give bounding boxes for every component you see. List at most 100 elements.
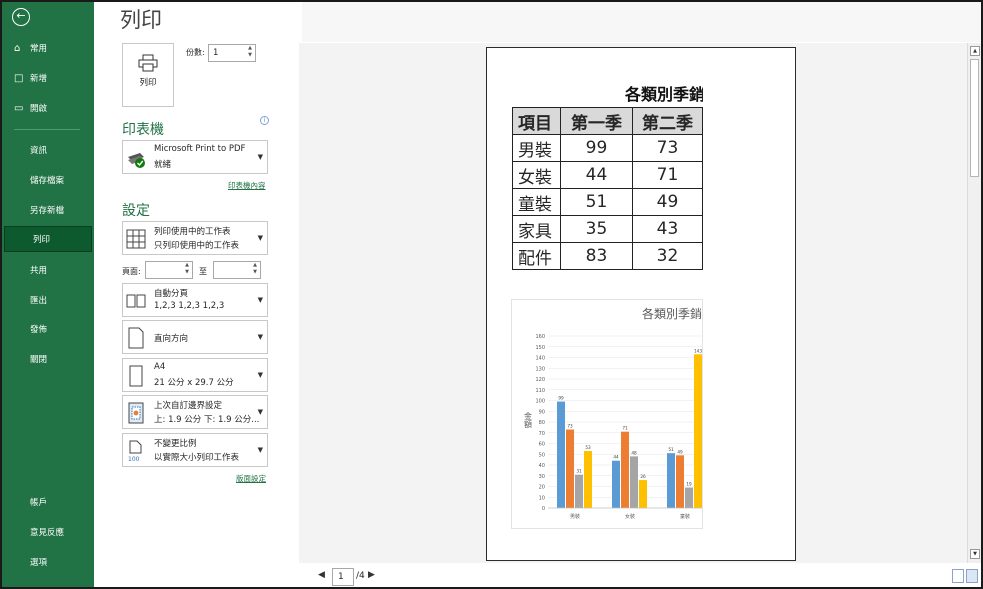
info-icon[interactable]: i <box>260 116 269 125</box>
table-row: 家具 35 43 <box>512 215 703 243</box>
table-row: 女裝 44 71 <box>512 161 703 189</box>
prev-page-icon[interactable]: ◀ <box>318 570 325 580</box>
sidebar-item-label: 儲存檔案 <box>30 176 65 186</box>
sidebar-item-label: 意見反應 <box>30 528 65 538</box>
margins-select[interactable]: 上次自訂邊界設定 上: 1.9 公分 下: 1.9 公分... ▼ <box>122 395 268 429</box>
collate-select[interactable]: 自動分頁 1,2,3 1,2,3 1,2,3 ▼ <box>122 283 268 317</box>
sidebar-item-publish[interactable]: 發佈 <box>2 317 94 343</box>
table-cell: 童裝 <box>512 188 561 216</box>
top-strip <box>302 2 981 42</box>
sidebar-item-new[interactable]: □ 新增 <box>2 66 94 92</box>
print-scope-desc: 只列印使用中的工作表 <box>154 241 240 251</box>
print-button[interactable]: 列印 <box>122 43 174 107</box>
portrait-page-icon <box>128 327 144 349</box>
data-label: 49 <box>677 449 683 454</box>
page-title: 列印 <box>120 8 162 32</box>
chart-bar <box>575 474 583 508</box>
page-setup-link[interactable]: 版面設定 <box>236 473 266 484</box>
page-to-input[interactable]: ▲ ▼ <box>213 261 261 279</box>
printer-status: 就緒 <box>154 160 172 170</box>
data-label: 73 <box>567 424 573 429</box>
table-cell: 43 <box>632 215 703 243</box>
sidebar-divider <box>14 129 80 130</box>
sidebar-item-print[interactable]: 列印 <box>4 226 92 252</box>
paper-size-select[interactable]: A4 21 公分 x 29.7 公分 ▼ <box>122 358 268 392</box>
y-tick-label: 60 <box>539 442 545 448</box>
chevron-down-icon: ▼ <box>257 333 263 341</box>
y-tick-label: 40 <box>539 463 545 469</box>
scaling-desc: 以實際大小列印工作表 <box>154 453 240 463</box>
chevron-down-icon: ▼ <box>257 371 263 379</box>
current-page-value: 1 <box>338 572 344 582</box>
data-label: 143 <box>694 348 702 353</box>
preview-scrollbar[interactable]: ▲ ▼ <box>967 43 981 563</box>
sidebar-item-label: 共用 <box>30 266 48 276</box>
chart-plot: 0 10 20 30 40 50 60 70 80 90 100 110 120 130 140 150 160… <box>524 334 702 520</box>
sidebar-item-info[interactable]: 資訊 <box>2 138 94 164</box>
orientation-select[interactable]: 直向方向 ▼ <box>122 320 268 354</box>
margins-desc: 上: 1.9 公分 下: 1.9 公分... <box>154 415 260 425</box>
y-tick-label: 30 <box>539 474 545 480</box>
sidebar-item-feedback[interactable]: 意見反應 <box>2 520 94 546</box>
paper-size-desc: 21 公分 x 29.7 公分 <box>154 378 234 388</box>
page-from-spinner[interactable]: ▲ ▼ <box>182 262 192 278</box>
margins-value: 上次自訂邊界設定 <box>154 401 223 411</box>
print-scope-value: 列印使用中的工作表 <box>154 227 231 237</box>
current-page-input[interactable]: 1 <box>332 568 354 586</box>
sidebar-item-home[interactable]: ⌂ 常用 <box>2 36 94 62</box>
table-row: 配件 83 32 <box>512 242 703 270</box>
sidebar-item-label: 開啟 <box>30 104 48 114</box>
sidebar-item-label: 選項 <box>30 558 48 568</box>
margins-icon <box>128 402 144 424</box>
scroll-up-arrow-icon[interactable]: ▲ <box>970 46 980 56</box>
y-tick-label: 80 <box>539 420 545 426</box>
svg-text:100: 100 <box>128 456 140 462</box>
sidebar-item-label: 帳戶 <box>30 498 48 508</box>
printer-select[interactable]: Microsoft Print to PDF 就緒 ▼ <box>122 140 268 174</box>
page-clip-mask <box>703 78 795 538</box>
data-label: 71 <box>622 426 628 431</box>
scaling-value: 不變更比例 <box>154 439 197 449</box>
printer-properties-link[interactable]: 印表機內容 <box>228 180 266 191</box>
scroll-thumb[interactable] <box>970 59 979 177</box>
sidebar-item-close[interactable]: 關閉 <box>2 347 94 373</box>
sidebar-item-account[interactable]: 帳戶 <box>2 490 94 516</box>
sidebar-item-open[interactable]: ▭ 開啟 <box>2 96 94 122</box>
preview-page: 各類別季銷 項目 第一季 第二季 男裝 99 73 女裝 44 71 童裝 51… <box>486 47 796 561</box>
scaling-100-icon: 100 <box>128 440 142 462</box>
table-cell: 男裝 <box>512 134 561 162</box>
collate-value: 自動分頁 <box>154 289 189 299</box>
sidebar-item-options[interactable]: 選項 <box>2 550 94 576</box>
page-to-spinner[interactable]: ▲ ▼ <box>250 262 260 278</box>
copies-spinner[interactable]: ▲ ▼ <box>245 45 255 61</box>
chevron-down-icon: ▼ <box>257 234 263 242</box>
y-axis-label: 金額 <box>524 411 533 429</box>
table-cell: 83 <box>560 242 633 270</box>
sidebar-item-share[interactable]: 共用 <box>2 258 94 284</box>
table-cell: 女裝 <box>512 161 561 189</box>
scaling-select[interactable]: 100 不變更比例 以實際大小列印工作表 ▼ <box>122 433 268 467</box>
scroll-down-arrow-icon[interactable]: ▼ <box>970 549 980 559</box>
print-scope-select[interactable]: 列印使用中的工作表 只列印使用中的工作表 ▼ <box>122 221 268 255</box>
show-margins-icon[interactable] <box>952 569 964 583</box>
back-arrow-icon[interactable]: ← <box>12 8 30 26</box>
y-tick-label: 110 <box>535 388 545 394</box>
sidebar-item-export[interactable]: 匯出 <box>2 288 94 314</box>
sidebar-item-save-as[interactable]: 另存新檔 <box>2 198 94 224</box>
preview-table: 項目 第一季 第二季 男裝 99 73 女裝 44 71 童裝 51 49 家具 <box>512 107 703 270</box>
page-from-input[interactable]: ▲ ▼ <box>145 261 193 279</box>
orientation-value: 直向方向 <box>154 334 189 344</box>
copies-value: 1 <box>213 48 219 58</box>
sidebar-item-save[interactable]: 儲存檔案 <box>2 168 94 194</box>
table-header-cell: 項目 <box>512 107 561 135</box>
chart-title: 各類別季銷 <box>642 307 703 321</box>
next-page-icon[interactable]: ▶ <box>368 570 375 580</box>
table-cell: 99 <box>560 134 633 162</box>
copies-input[interactable]: 1 ▲ ▼ <box>208 44 256 62</box>
y-tick-label: 20 <box>539 485 545 491</box>
paper-size-value: A4 <box>154 362 166 372</box>
x-tick-label: 女裝 <box>625 513 635 520</box>
zoom-to-page-icon[interactable] <box>966 569 978 583</box>
folder-open-icon: ▭ <box>14 103 24 114</box>
data-label: 44 <box>613 455 619 460</box>
